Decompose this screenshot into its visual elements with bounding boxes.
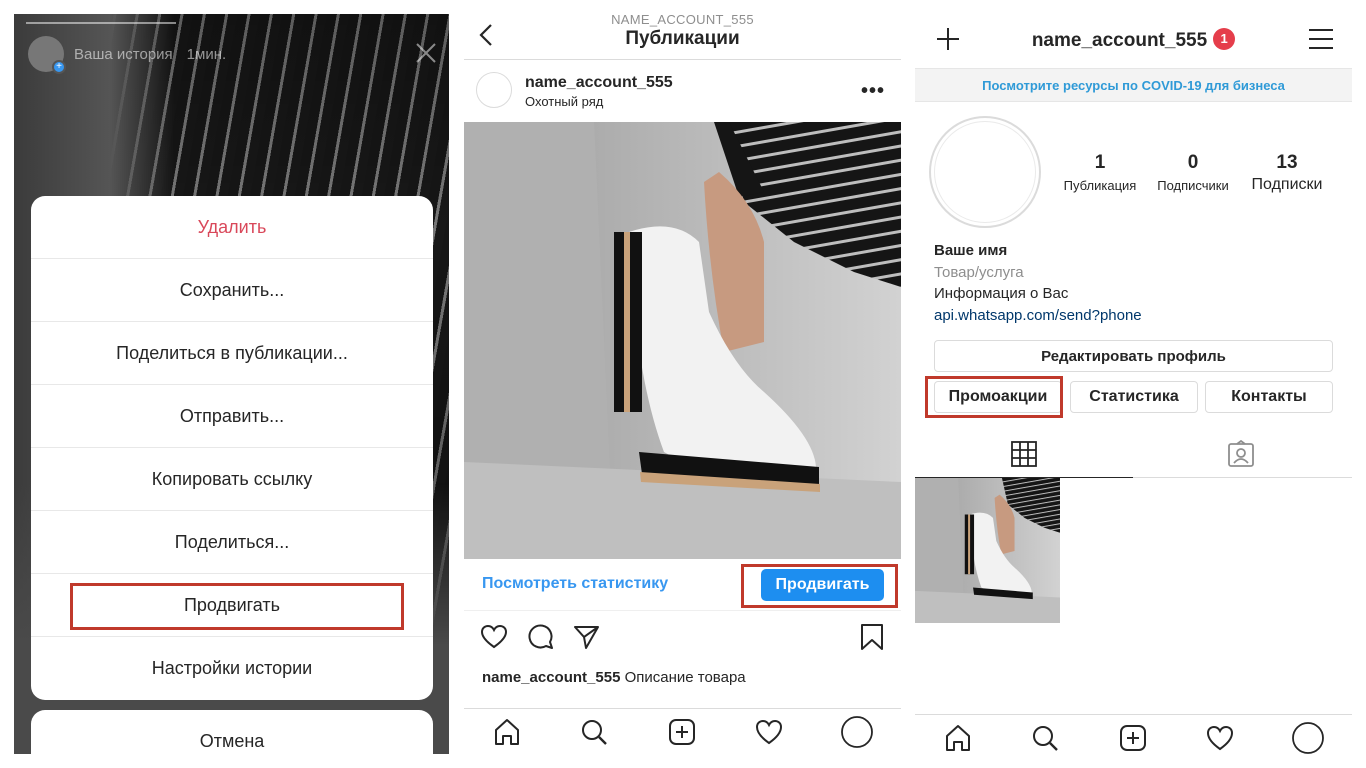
- header-account: NAME_ACCOUNT_555: [611, 14, 754, 27]
- caption-username[interactable]: name_account_555: [482, 669, 620, 686]
- profile-header: name_account_555 1: [915, 14, 1352, 68]
- covid-banner[interactable]: Посмотрите ресурсы по COVID-19 для бизне…: [915, 68, 1352, 102]
- profile-category: Товар/услуга: [934, 263, 1024, 281]
- activity-heart-icon[interactable]: [754, 717, 784, 747]
- story-avatar[interactable]: +: [28, 36, 66, 74]
- avatar[interactable]: [476, 72, 512, 108]
- add-icon[interactable]: [1118, 723, 1148, 753]
- story-progress-bar: [26, 22, 176, 24]
- post-panel: NAME_ACCOUNT_555 Публикации name_account…: [464, 14, 901, 754]
- story-header: + Ваша история 1мин.: [28, 36, 227, 74]
- story-settings-option[interactable]: Настройки истории: [31, 637, 433, 700]
- save-option[interactable]: Сохранить...: [31, 259, 433, 322]
- story-panel: + Ваша история 1мин. Удалить Сохранить..…: [14, 14, 449, 754]
- bottom-tab-bar: [915, 714, 1352, 754]
- add-story-icon: +: [52, 60, 66, 74]
- promote-option[interactable]: Продвигать: [31, 574, 433, 637]
- profile-username-title[interactable]: name_account_555 1: [915, 28, 1352, 52]
- thumbnail-illustration: [915, 478, 1060, 623]
- profile-link[interactable]: api.whatsapp.com/send?phone: [934, 305, 1142, 327]
- profile-tabs: [915, 432, 1352, 478]
- contacts-button[interactable]: Контакты: [1205, 381, 1333, 413]
- profile-icon[interactable]: [840, 715, 874, 749]
- post-location[interactable]: Охотный ряд: [525, 94, 603, 109]
- activity-heart-icon[interactable]: [1205, 723, 1235, 753]
- post-username[interactable]: name_account_555: [525, 74, 673, 92]
- story-time: 1мин.: [186, 45, 227, 63]
- following-count[interactable]: 13 Подписки: [1242, 152, 1332, 194]
- story-author: Ваша история: [74, 45, 173, 63]
- add-icon[interactable]: [667, 717, 697, 747]
- close-icon[interactable]: [415, 42, 437, 64]
- posts-count-value: 1: [1094, 152, 1106, 173]
- search-icon[interactable]: [1030, 723, 1060, 753]
- delete-option[interactable]: Удалить: [31, 196, 433, 259]
- page-title: Публикации: [625, 28, 740, 49]
- hamburger-menu-icon[interactable]: [1308, 28, 1334, 50]
- posts-count-label: Публикация: [1063, 178, 1137, 193]
- view-insights-link[interactable]: Посмотреть статистику: [482, 575, 668, 593]
- profile-username: name_account_555: [1031, 30, 1208, 51]
- followers-count-label: Подписчики: [1157, 178, 1229, 193]
- more-icon[interactable]: •••: [861, 80, 885, 103]
- story-action-sheet: Удалить Сохранить... Поделиться в публик…: [31, 196, 433, 700]
- home-icon[interactable]: [492, 717, 522, 747]
- profile-avatar[interactable]: [929, 116, 1041, 228]
- promote-button[interactable]: Продвигать: [761, 569, 884, 601]
- caption-text: Описание товара: [624, 669, 746, 686]
- heart-icon[interactable]: [480, 623, 508, 651]
- profile-panel: name_account_555 1 Посмотрите ресурсы по …: [915, 14, 1352, 754]
- post-author-row: name_account_555 Охотный ряд •••: [464, 60, 901, 122]
- profile-icon[interactable]: [1291, 721, 1325, 754]
- share-to-post-option[interactable]: Поделиться в публикации...: [31, 322, 433, 385]
- followers-count[interactable]: 0 Подписчики: [1148, 152, 1238, 193]
- grid-icon[interactable]: [1010, 440, 1038, 468]
- share-icon[interactable]: [572, 623, 600, 651]
- tagged-icon[interactable]: [1227, 440, 1255, 468]
- shoe-photo-illustration: [464, 122, 901, 559]
- post-photo[interactable]: [464, 122, 901, 559]
- bookmark-icon[interactable]: [858, 623, 886, 651]
- search-icon[interactable]: [579, 717, 609, 747]
- post-thumbnail[interactable]: [915, 478, 1060, 623]
- comment-icon[interactable]: [527, 623, 555, 651]
- post-actions: [464, 611, 901, 661]
- notification-badge: 1: [1213, 28, 1236, 50]
- posts-count[interactable]: 1 Публикация: [1055, 152, 1145, 193]
- copy-link-option[interactable]: Копировать ссылку: [31, 448, 433, 511]
- following-count-value: 13: [1276, 152, 1298, 173]
- post-header: NAME_ACCOUNT_555 Публикации: [464, 14, 901, 60]
- home-icon[interactable]: [943, 723, 973, 753]
- post-caption: name_account_555 Описание товара: [482, 669, 746, 686]
- bottom-tab-bar: [464, 708, 901, 754]
- profile-name: Ваше имя: [934, 242, 1008, 259]
- insights-row: Посмотреть статистику Продвигать: [464, 559, 901, 611]
- promotions-button[interactable]: Промоакции: [934, 381, 1062, 413]
- edit-profile-button[interactable]: Редактировать профиль: [934, 340, 1333, 372]
- followers-count-value: 0: [1187, 152, 1199, 173]
- following-count-label: Подписки: [1251, 176, 1323, 193]
- insights-button[interactable]: Статистика: [1070, 381, 1198, 413]
- cancel-button[interactable]: Отмена: [31, 710, 433, 754]
- profile-bio: Ваше имя Товар/услуга Информация о Вас a…: [934, 240, 1142, 326]
- send-option[interactable]: Отправить...: [31, 385, 433, 448]
- share-option[interactable]: Поделиться...: [31, 511, 433, 574]
- profile-bio-text: Информация о Вас: [934, 285, 1069, 302]
